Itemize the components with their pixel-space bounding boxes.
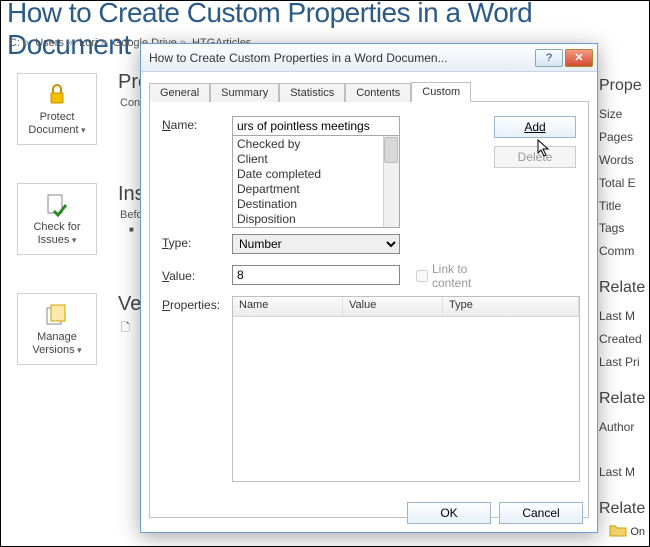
protect-document-button[interactable]: Protect Document (17, 73, 97, 145)
list-item[interactable]: Date completed (233, 167, 399, 182)
name-label: Name: (162, 116, 232, 132)
properties-panel: Prope Size Pages Words Total E Title Tag… (599, 71, 649, 526)
tab-general[interactable]: General (149, 83, 210, 102)
scrollbar-thumb[interactable] (384, 137, 398, 163)
properties-dialog: How to Create Custom Properties in a Wor… (140, 43, 598, 533)
bullet-icon: ■ (129, 225, 134, 234)
tab-summary[interactable]: Summary (210, 83, 279, 102)
tab-custom[interactable]: Custom (411, 82, 471, 102)
dialog-tabstrip: General Summary Statistics Contents Cust… (149, 78, 589, 102)
column-type[interactable]: Type (443, 297, 579, 316)
ok-button[interactable]: OK (407, 502, 491, 524)
value-label: Value: (162, 267, 232, 283)
list-item[interactable]: Client (233, 152, 399, 167)
column-value[interactable]: Value (343, 297, 443, 316)
document-icon: 🗋 (121, 319, 130, 338)
list-item[interactable]: Department (233, 182, 399, 197)
inspect-icon (44, 191, 70, 217)
link-to-content-checkbox: Link to content (416, 260, 486, 290)
check-for-issues-button[interactable]: Check for Issues (17, 183, 97, 255)
lock-icon (44, 81, 70, 107)
type-label: Type: (162, 234, 232, 250)
properties-header: Prope (599, 71, 649, 101)
related-docs-header: Relate (599, 494, 649, 524)
list-item[interactable]: Destination (233, 197, 399, 212)
list-item[interactable]: Checked by (233, 137, 399, 152)
scrollbar[interactable] (383, 136, 399, 227)
add-button[interactable]: Add (494, 116, 576, 138)
tab-contents[interactable]: Contents (345, 83, 411, 102)
list-item[interactable]: Disposition (233, 212, 399, 227)
custom-tab-panel: Add Delete Name: Checked by Client Date … (149, 102, 589, 518)
close-button[interactable]: ✕ (565, 49, 593, 67)
tab-statistics[interactable]: Statistics (279, 83, 345, 102)
dialog-title: How to Create Custom Properties in a Wor… (149, 51, 533, 65)
properties-label: Properties: (162, 296, 232, 312)
protect-section-sub: Con (120, 97, 140, 109)
value-input[interactable] (232, 265, 400, 285)
manage-versions-button[interactable]: Manage Versions (17, 293, 97, 365)
cancel-button[interactable]: Cancel (499, 502, 583, 524)
related-dates-header: Relate (599, 273, 649, 303)
versions-icon (44, 301, 70, 327)
name-suggestion-list[interactable]: Checked by Client Date completed Departm… (232, 136, 400, 228)
name-input[interactable] (232, 116, 400, 136)
delete-button: Delete (494, 146, 576, 168)
type-select[interactable]: Number (232, 234, 400, 254)
folder-icon: On (609, 523, 645, 540)
versions-section-title: Ve (118, 293, 141, 316)
dialog-titlebar[interactable]: How to Create Custom Properties in a Wor… (141, 44, 597, 72)
related-people-header: Relate (599, 384, 649, 414)
column-name[interactable]: Name (233, 297, 343, 316)
properties-table[interactable]: Name Value Type (232, 296, 580, 482)
link-checkbox (416, 270, 428, 282)
help-button[interactable]: ? (535, 49, 563, 67)
